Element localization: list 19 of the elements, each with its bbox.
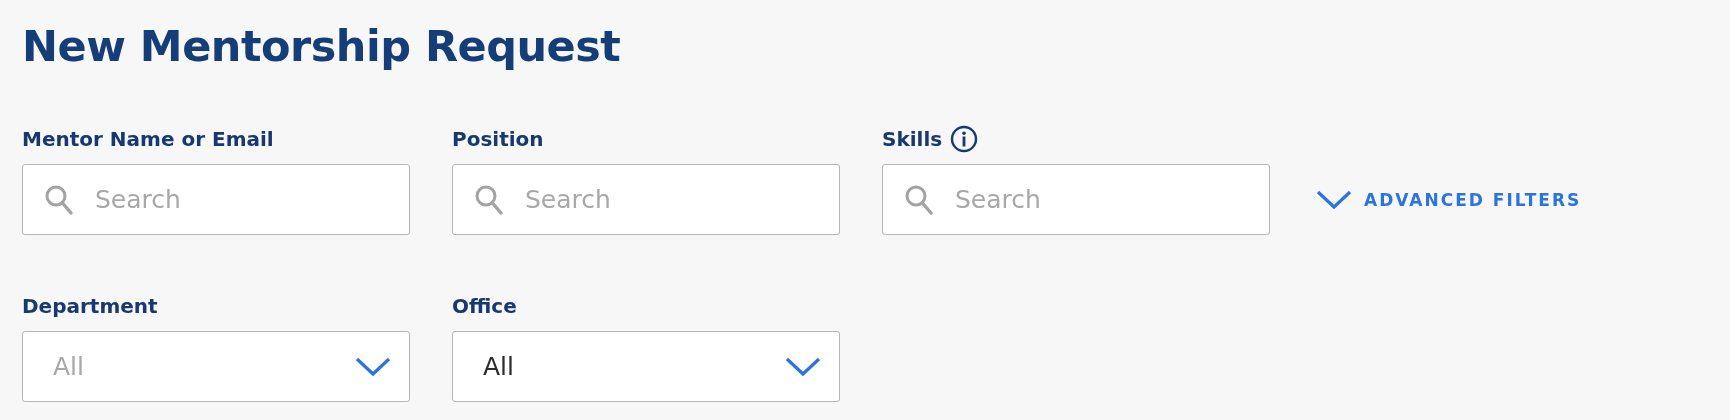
advanced-filters-toggle[interactable]: ADVANCED FILTERS [1312, 164, 1586, 235]
caret-icon [785, 356, 821, 377]
search-icon [474, 184, 504, 216]
dropdown[interactable]: All [22, 331, 410, 402]
field-label: Position [452, 127, 544, 151]
search-icon [44, 184, 74, 216]
search-icon [904, 184, 934, 216]
info-icon[interactable] [950, 125, 979, 153]
search-field[interactable]: Search [452, 164, 840, 235]
chevron-icon [1316, 189, 1352, 210]
search-field[interactable]: Search [882, 164, 1270, 235]
field-label: Mentor Name or Email [22, 127, 274, 151]
field-label: Skills [882, 127, 943, 151]
caret-icon [355, 356, 391, 377]
search-field[interactable]: Search [22, 164, 410, 235]
dropdown[interactable]: All [452, 331, 840, 402]
field-label: Office [452, 294, 517, 318]
page-title: New Mentorship Request [22, 20, 622, 73]
field-label: Department [22, 294, 158, 318]
